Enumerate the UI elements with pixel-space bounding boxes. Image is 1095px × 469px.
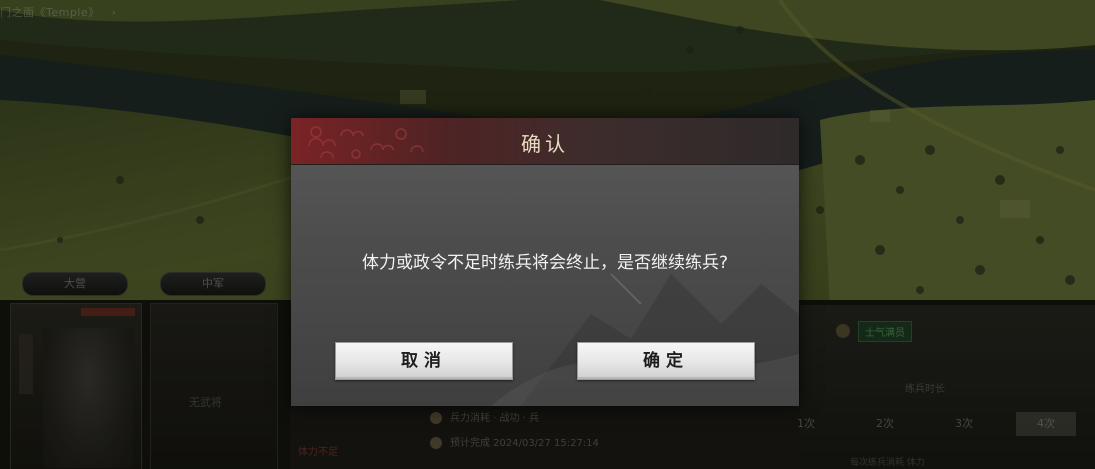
confirm-dialog: 确认 体力或政令不足时练兵将会终止，是否继续练兵? 取消 确定 [291, 118, 799, 406]
game-screen: 门之面《Temple》 › 大营 中军 无武将 兵力消耗 · 战功 · 兵 预计… [0, 0, 1095, 469]
confirm-button-label: 确定 [643, 351, 689, 371]
dialog-header: 确认 [291, 118, 799, 165]
dialog-title: 确认 [521, 132, 569, 156]
confirm-button[interactable]: 确定 [577, 342, 755, 380]
cancel-button[interactable]: 取消 [335, 342, 513, 380]
cancel-button-label: 取消 [401, 351, 447, 371]
dialog-message: 体力或政令不足时练兵将会终止，是否继续练兵? [361, 253, 729, 273]
